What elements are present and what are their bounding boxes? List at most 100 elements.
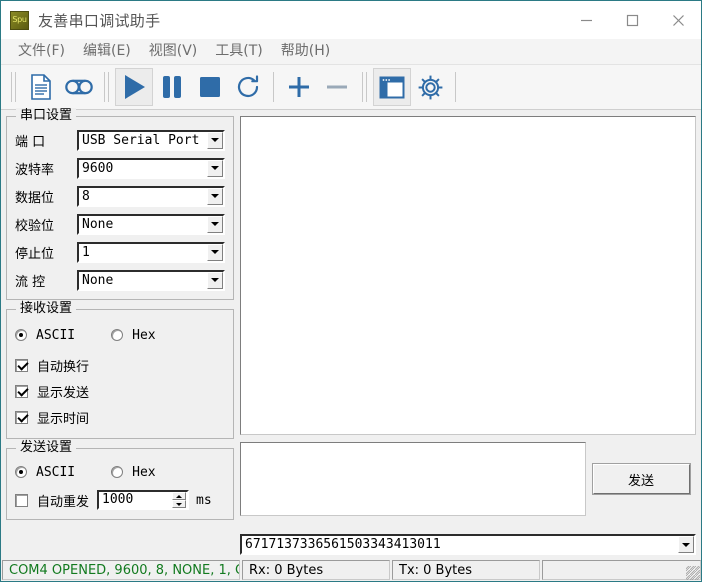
window-title: 友善串口调试助手 <box>38 11 161 30</box>
toolbar-handle[interactable] <box>11 72 16 102</box>
send-text-area[interactable] <box>240 442 586 516</box>
chevron-down-icon[interactable] <box>207 131 223 149</box>
databits-value: 8 <box>82 188 90 204</box>
receive-hex-radio[interactable] <box>111 329 124 341</box>
settings-column: 串口设置 端 口 USB Serial Port 波特率 9600 数据位 8 … <box>6 108 234 559</box>
app-icon-label: Spu <box>12 15 27 24</box>
stopbits-label: 停止位 <box>15 246 55 262</box>
toolbar-separator-2 <box>273 72 274 102</box>
send-history-value: 6717137336561503343413011 <box>245 537 441 552</box>
receive-text-area[interactable] <box>240 116 696 435</box>
receive-format-row: ASCII Hex <box>15 324 225 346</box>
close-icon[interactable] <box>655 1 701 39</box>
send-ascii-label: ASCII <box>36 464 76 480</box>
chevron-down-icon[interactable] <box>207 159 223 177</box>
add-icon[interactable] <box>280 68 318 106</box>
stopbits-combo[interactable]: 1 <box>77 241 225 263</box>
stopbits-row: 停止位 1 <box>15 241 225 263</box>
chevron-down-icon[interactable] <box>678 536 694 553</box>
parity-row: 校验位 None <box>15 213 225 235</box>
remove-icon[interactable] <box>318 68 356 106</box>
title-bar: Spu 友善串口调试助手 <box>1 1 701 39</box>
flowcontrol-combo[interactable]: None <box>77 269 225 291</box>
port-row: 端 口 USB Serial Port <box>15 129 225 151</box>
auto-resend-label: 自动重发 <box>37 494 90 510</box>
stepper-buttons[interactable] <box>172 492 187 508</box>
menu-bar: 文件(F) 编辑(E) 视图(V) 工具(T) 帮助(H) <box>1 39 701 65</box>
baudrate-value: 9600 <box>82 160 114 176</box>
menu-view[interactable]: 视图(V) <box>140 39 207 64</box>
stepper-up-icon[interactable] <box>172 492 187 500</box>
parity-combo[interactable]: None <box>77 213 225 235</box>
send-format-row: ASCII Hex <box>15 461 225 483</box>
parity-label: 校验位 <box>15 218 55 234</box>
application-window: Spu 友善串口调试助手 文件(F) 编辑(E) 视图(V) 工具(T) 帮助(… <box>0 0 702 582</box>
toolbar-separator-3 <box>362 72 367 102</box>
toolbar <box>1 65 701 110</box>
menu-edit[interactable]: 编辑(E) <box>74 39 140 64</box>
databits-label: 数据位 <box>15 190 55 206</box>
auto-resend-interval-stepper[interactable]: 1000 <box>97 490 190 510</box>
refresh-icon[interactable] <box>229 68 267 106</box>
menu-help[interactable]: 帮助(H) <box>272 39 339 64</box>
menu-file[interactable]: 文件(F) <box>9 39 74 64</box>
send-row: 发送 <box>240 442 696 534</box>
main-content: 串口设置 端 口 USB Serial Port 波特率 9600 数据位 8 … <box>1 108 701 559</box>
chevron-down-icon[interactable] <box>207 243 223 261</box>
send-settings-group: 发送设置 ASCII Hex 自动重发 1000 ms <box>6 440 234 520</box>
app-icon-spu: Spu <box>10 10 29 30</box>
play-icon[interactable] <box>115 68 153 106</box>
record-icon[interactable] <box>60 68 98 106</box>
show-time-row: 显示时间 <box>15 406 225 428</box>
receive-settings-legend: 接收设置 <box>16 301 77 316</box>
show-send-checkbox[interactable] <box>15 384 28 398</box>
serial-settings-group: 串口设置 端 口 USB Serial Port 波特率 9600 数据位 8 … <box>6 108 234 300</box>
chevron-down-icon[interactable] <box>207 215 223 233</box>
io-column: 发送 6717137336561503343413011 <box>240 116 696 559</box>
baudrate-combo[interactable]: 9600 <box>77 157 225 179</box>
status-bar: COM4 OPENED, 9600, 8, NONE, 1, OFF Rx: 0… <box>1 559 701 581</box>
show-send-label: 显示发送 <box>37 385 90 401</box>
minimize-icon[interactable] <box>563 1 609 39</box>
send-button-wrapper: 发送 <box>586 442 696 516</box>
resize-grip-icon[interactable] <box>686 566 700 580</box>
receive-ascii-label: ASCII <box>36 327 76 343</box>
show-time-checkbox[interactable] <box>15 410 28 424</box>
port-label: 端 口 <box>15 134 46 150</box>
send-history-combo[interactable]: 6717137336561503343413011 <box>240 534 696 555</box>
flowcontrol-value: None <box>82 272 114 288</box>
auto-resend-checkbox[interactable] <box>15 493 28 507</box>
pause-icon[interactable] <box>153 68 191 106</box>
auto-wrap-checkbox[interactable] <box>15 358 28 372</box>
serial-settings-legend: 串口设置 <box>16 108 77 123</box>
toolbar-separator-1 <box>104 72 109 102</box>
toolbar-separator-4 <box>455 72 456 102</box>
show-send-row: 显示发送 <box>15 380 225 402</box>
maximize-icon[interactable] <box>609 1 655 39</box>
baudrate-row: 波特率 9600 <box>15 157 225 179</box>
port-value: USB Serial Port <box>82 132 200 148</box>
send-ascii-radio[interactable] <box>15 466 27 478</box>
stop-icon[interactable] <box>191 68 229 106</box>
receive-ascii-radio[interactable] <box>15 329 27 341</box>
send-hex-label: Hex <box>132 464 156 480</box>
chevron-down-icon[interactable] <box>207 187 223 205</box>
receive-hex-label: Hex <box>132 327 156 343</box>
window-controls <box>563 1 701 39</box>
new-document-icon[interactable] <box>22 68 60 106</box>
send-settings-legend: 发送设置 <box>16 440 77 455</box>
send-hex-radio[interactable] <box>111 466 124 478</box>
send-button[interactable]: 发送 <box>591 463 691 495</box>
menu-tools[interactable]: 工具(T) <box>206 39 271 64</box>
auto-resend-interval-value: 1000 <box>102 492 134 507</box>
port-combo[interactable]: USB Serial Port <box>77 129 225 151</box>
databits-combo[interactable]: 8 <box>77 185 225 207</box>
settings-gear-icon[interactable] <box>411 68 449 106</box>
status-rx-bytes: Rx: 0 Bytes <box>242 560 390 580</box>
auto-wrap-row: 自动换行 <box>15 354 225 376</box>
window-layout-icon[interactable] <box>373 68 411 106</box>
stepper-down-icon[interactable] <box>172 500 187 508</box>
baudrate-label: 波特率 <box>15 162 55 178</box>
databits-row: 数据位 8 <box>15 185 225 207</box>
chevron-down-icon[interactable] <box>207 271 223 289</box>
